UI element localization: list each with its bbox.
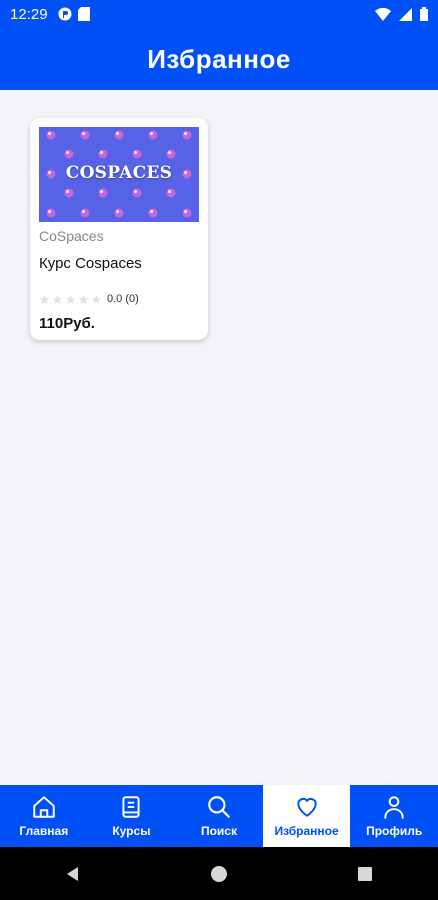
- app-header: Избранное: [0, 28, 438, 90]
- gem-icon: [80, 130, 90, 140]
- gem-icon: [132, 188, 142, 198]
- course-card[interactable]: COSPACES CoSpaces Курс Cospaces 0.0 (0) …: [30, 118, 208, 340]
- gem-icon: [132, 149, 142, 159]
- gem-icon: [114, 130, 124, 140]
- gem-icon: [98, 149, 108, 159]
- gem-icon: [182, 208, 192, 218]
- gem-icon: [64, 149, 74, 159]
- star-icon: [52, 294, 63, 304]
- gem-icon: [166, 188, 176, 198]
- course-price: 110Руб.: [39, 315, 95, 332]
- gem-icon: [98, 188, 108, 198]
- course-category: CoSpaces: [39, 228, 104, 244]
- nav-search[interactable]: Поиск: [175, 785, 263, 847]
- nav-profile[interactable]: Профиль: [350, 785, 438, 847]
- gem-icon: [114, 208, 124, 218]
- course-title: Курс Cospaces: [39, 255, 142, 272]
- heart-icon: [296, 797, 317, 817]
- recents-icon[interactable]: [356, 865, 374, 883]
- signal-icon: [399, 7, 412, 21]
- star-icon: [39, 294, 50, 304]
- gem-icon: [182, 130, 192, 140]
- gem-icon: [46, 130, 56, 140]
- course-thumbnail: COSPACES: [39, 127, 199, 222]
- star-icon: [65, 294, 76, 304]
- sd-card-icon: [77, 7, 90, 21]
- nav-home-label: Главная: [19, 824, 69, 838]
- star-icon: [91, 294, 102, 304]
- nav-courses[interactable]: Курсы: [88, 785, 176, 847]
- home-icon: [33, 796, 55, 818]
- gem-icon: [166, 149, 176, 159]
- star-icon: [78, 294, 89, 304]
- gem-icon: [148, 208, 158, 218]
- system-nav-bar: [0, 847, 438, 900]
- page-title: Избранное: [147, 43, 291, 74]
- gem-icon: [80, 208, 90, 218]
- book-icon: [122, 796, 140, 818]
- status-time: 12:29: [10, 5, 48, 23]
- status-bar: 12:29: [0, 0, 438, 28]
- gem-icon: [148, 130, 158, 140]
- nav-home[interactable]: Главная: [0, 785, 88, 847]
- nav-favorites-label: Избранное: [274, 824, 339, 838]
- bottom-nav: Главная Курсы Поиск Избранное Профиль: [0, 785, 438, 847]
- back-icon[interactable]: [64, 865, 82, 883]
- gem-icon: [46, 208, 56, 218]
- rating-text: 0.0 (0): [107, 293, 139, 305]
- rating-row: 0.0 (0): [39, 293, 139, 305]
- thumbnail-title: COSPACES: [65, 163, 173, 183]
- app-icon: [58, 7, 72, 21]
- wifi-icon: [375, 7, 391, 21]
- battery-icon: [420, 7, 428, 21]
- gem-icon: [64, 188, 74, 198]
- nav-favorites[interactable]: Избранное: [262, 785, 351, 847]
- nav-courses-label: Курсы: [112, 824, 151, 838]
- favorites-list: COSPACES CoSpaces Курс Cospaces 0.0 (0) …: [0, 90, 438, 785]
- user-icon: [384, 796, 404, 819]
- nav-profile-label: Профиль: [366, 824, 423, 838]
- star-rating: [39, 294, 102, 305]
- home-circle-icon[interactable]: [210, 865, 228, 883]
- nav-search-label: Поиск: [200, 824, 237, 838]
- search-icon: [208, 796, 230, 818]
